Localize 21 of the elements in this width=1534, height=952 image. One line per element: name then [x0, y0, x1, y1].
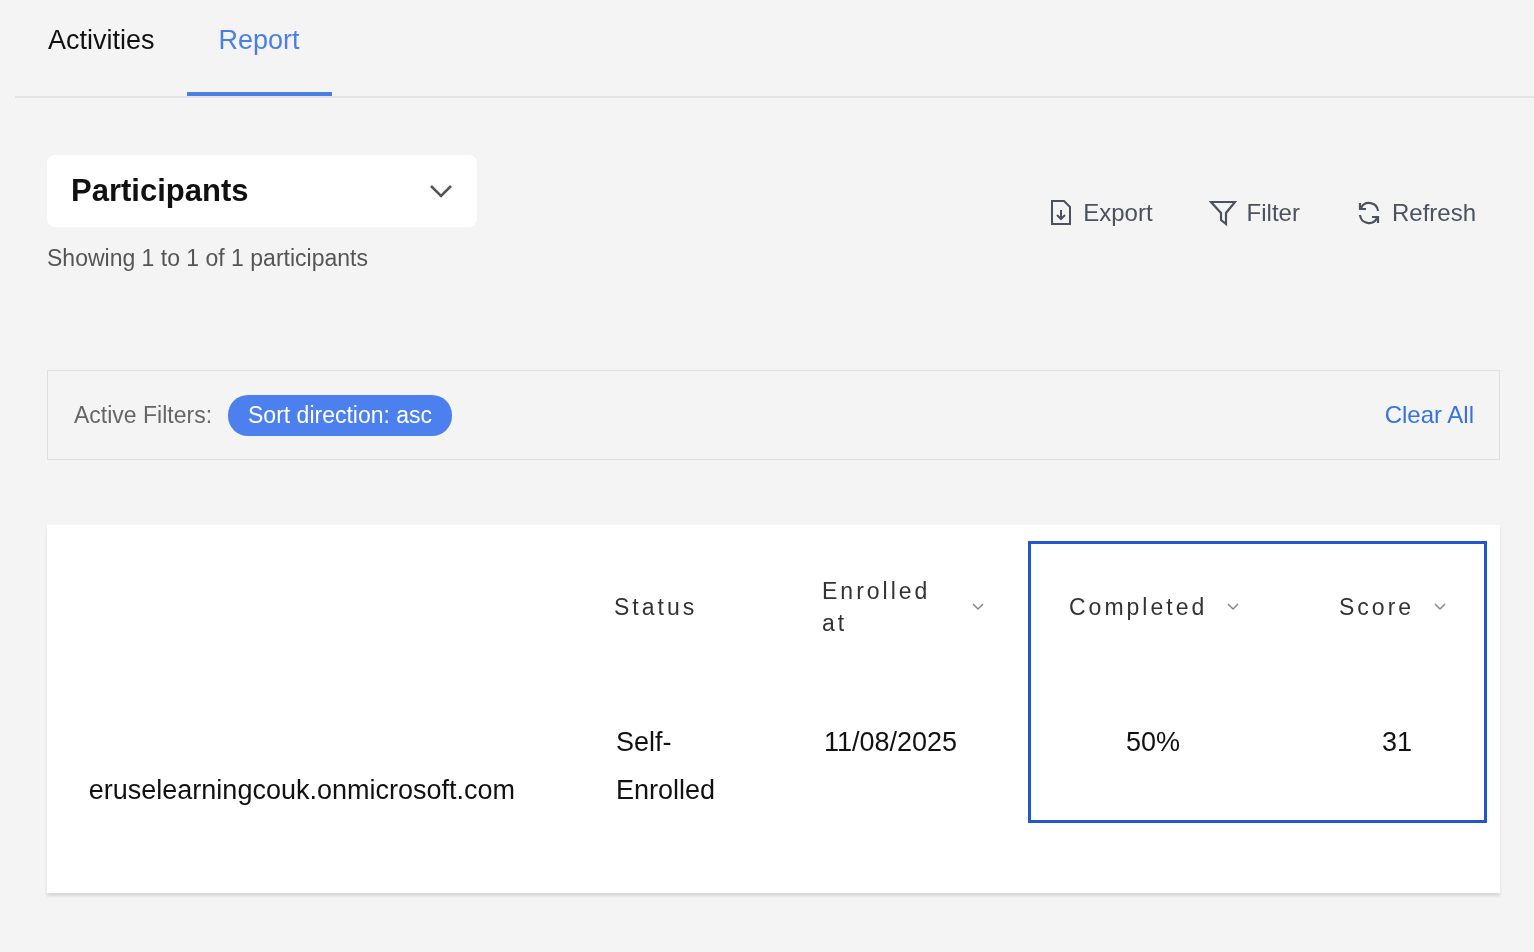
active-filters-label: Active Filters:: [74, 401, 213, 429]
column-header[interactable]: Completed: [1069, 590, 1208, 623]
table-cell-text: Self-Enrolled: [616, 726, 717, 807]
view-dropdown[interactable]: Participants: [47, 155, 477, 227]
table-cell-text: 50%: [1126, 726, 1181, 759]
table-cell-text: 11/08/2025: [824, 726, 958, 759]
column-header[interactable]: Enrolled at: [822, 574, 952, 639]
clear-all-link[interactable]: Clear All: [1384, 401, 1474, 429]
tab[interactable]: Activities: [48, 0, 187, 96]
table-cell-text: 31: [1382, 726, 1413, 759]
column-header[interactable]: Score: [1339, 590, 1415, 623]
table-cell-text: eruselearningcouk.onmicrosoft.com: [88, 774, 515, 807]
filter-icon: [1208, 199, 1237, 227]
export-button[interactable]: Export: [1049, 199, 1153, 227]
filter-button[interactable]: Filter: [1208, 199, 1300, 227]
export-icon: [1049, 199, 1074, 227]
filter-chip[interactable]: Sort direction: asc: [228, 394, 453, 436]
refresh-button[interactable]: Refresh: [1355, 199, 1476, 227]
column-header: Status: [614, 592, 698, 622]
participants-summary: Showing 1 to 1 of 1 participants: [47, 245, 369, 272]
chevron-down-icon: [429, 184, 453, 198]
